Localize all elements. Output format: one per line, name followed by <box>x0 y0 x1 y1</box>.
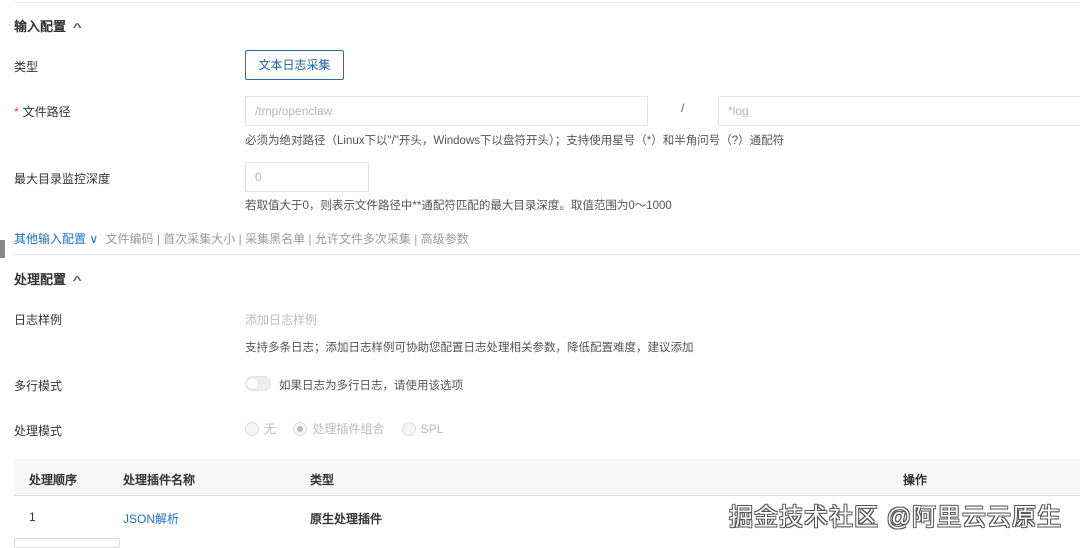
directory-input[interactable]: /tmp/openclaw <box>245 96 648 126</box>
add-plugin-button[interactable] <box>14 538 120 548</box>
max-depth-input[interactable]: 0 <box>245 162 369 192</box>
other-config-items: 文件编码 | 首次采集大小 | 采集黑名单 | 允许文件多次采集 | 高级参数 <box>105 232 469 246</box>
radio-label: 处理插件组合 <box>312 422 385 436</box>
side-collapse-handle[interactable] <box>0 240 5 258</box>
radio-spl[interactable] <box>401 421 416 436</box>
other-input-config-toggle[interactable]: 其他输入配置 ∨ <box>14 232 98 246</box>
type-label: 类型 <box>14 60 39 74</box>
column-header: 处理插件名称 <box>123 473 196 487</box>
top-divider <box>14 2 1080 3</box>
column-header: 处理顺序 <box>29 473 78 487</box>
text-log-collection-button[interactable]: 文本日志采集 <box>245 50 344 80</box>
log-sample-input[interactable]: 添加日志样例 <box>245 311 317 328</box>
section-divider <box>14 254 1080 255</box>
multiline-label: 多行模式 <box>14 379 63 393</box>
chevron-up-icon: ^ <box>72 22 82 34</box>
section-title: 处理配置 <box>14 272 67 287</box>
input-config-header[interactable]: 输入配置 ^ <box>14 16 82 35</box>
radio-label: 无 <box>264 422 277 436</box>
plugin-name-link[interactable]: JSON解析 <box>123 510 179 527</box>
process-mode-label: 处理模式 <box>14 424 63 438</box>
chevron-up-icon: ^ <box>72 275 82 287</box>
log-sample-label: 日志样例 <box>14 313 63 327</box>
required-icon: * <box>14 105 19 119</box>
section-title: 输入配置 <box>14 19 67 34</box>
process-mode-radio-group: 无 处理插件组合 SPL <box>245 420 457 437</box>
multiline-help: 如果日志为多行日志，请使用该选项 <box>279 380 463 392</box>
radio-none[interactable] <box>245 421 259 436</box>
radio-label: SPL <box>420 421 444 436</box>
column-header: 操作 <box>903 473 928 487</box>
process-config-header[interactable]: 处理配置 ^ <box>14 269 82 288</box>
chevron-down-icon: ∨ <box>89 232 99 246</box>
column-header: 类型 <box>310 473 335 487</box>
other-input-config: 其他输入配置 ∨ 文件编码 | 首次采集大小 | 采集黑名单 | 允许文件多次采… <box>14 230 469 247</box>
file-name-input[interactable]: *log <box>718 96 1080 126</box>
radio-plugin-combo[interactable] <box>293 421 308 436</box>
order-cell: 1 <box>29 510 36 524</box>
watermark: 掘金技术社区 @阿里云云原生 <box>728 504 1062 531</box>
file-path-label-text: 文件路径 <box>22 105 71 119</box>
max-depth-help: 若取值大于0，则表示文件路径中**通配符匹配的最大目录深度。取值范围为0～100… <box>245 200 672 212</box>
file-path-label: * 文件路径 <box>14 103 71 120</box>
file-path-help: 必须为绝对路径（Linux下以"/"开头，Windows下以盘符开头）；支持使用… <box>245 135 785 147</box>
max-depth-label: 最大目录监控深度 <box>14 172 111 186</box>
other-config-label: 其他输入配置 <box>14 232 87 246</box>
plugin-table-header: 处理顺序 处理插件名称 类型 操作 <box>14 459 1080 496</box>
plugin-type-cell: 原生处理插件 <box>310 512 383 526</box>
log-sample-help: 支持多条日志；添加日志样例可协助您配置日志处理相关参数，降低配置难度，建议添加 <box>245 342 694 354</box>
path-separator: / <box>681 101 685 115</box>
multiline-toggle[interactable] <box>245 376 271 391</box>
